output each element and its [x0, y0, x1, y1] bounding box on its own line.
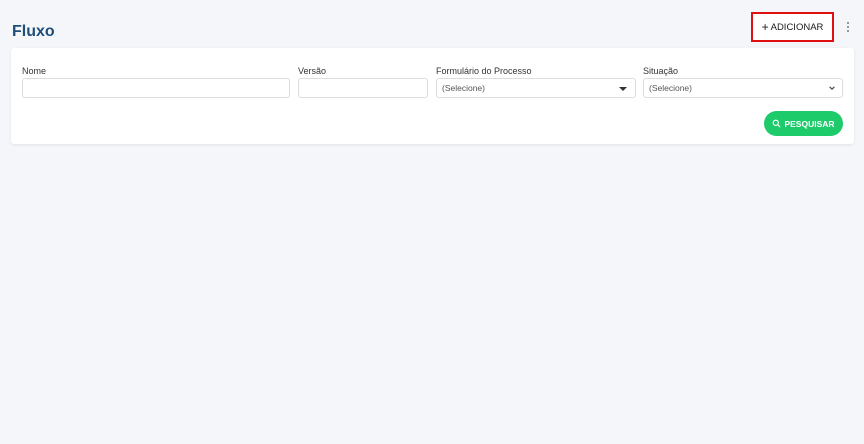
chevron-down-icon: [829, 86, 835, 90]
versao-label: Versão: [298, 66, 327, 76]
situacao-label: Situação: [643, 66, 679, 76]
filter-card: Nome Versão Formulário do Processo (Sele…: [11, 48, 854, 144]
search-button-label: PESQUISAR: [784, 118, 835, 129]
search-button[interactable]: PESQUISAR: [764, 111, 843, 136]
caret-down-icon: [619, 87, 627, 91]
situacao-select[interactable]: (Selecione): [643, 78, 843, 98]
nome-input[interactable]: [22, 78, 290, 98]
add-button[interactable]: + ADICIONAR: [751, 12, 834, 42]
formulario-select[interactable]: (Selecione): [436, 78, 636, 98]
situacao-selected: (Selecione): [649, 83, 692, 93]
versao-input[interactable]: [298, 78, 428, 98]
nome-label: Nome: [22, 66, 47, 76]
plus-icon: +: [761, 20, 769, 34]
add-button-label: ADICIONAR: [770, 21, 824, 33]
search-icon: [773, 119, 781, 128]
more-options-icon[interactable]: [843, 20, 853, 34]
formulario-label: Formulário do Processo: [436, 66, 532, 76]
formulario-selected: (Selecione): [442, 83, 485, 93]
page-title: Fluxo: [12, 23, 55, 40]
